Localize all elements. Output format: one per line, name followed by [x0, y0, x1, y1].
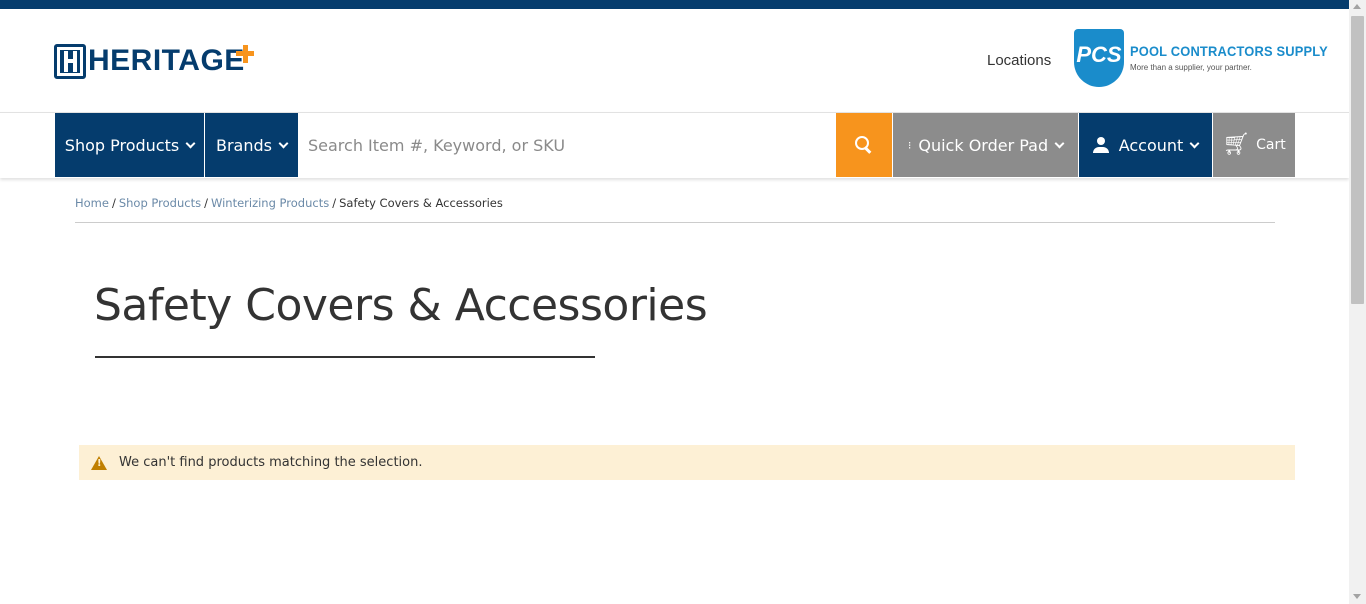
cart-button[interactable]: 🛒︎ Cart	[1213, 113, 1295, 177]
heritage-logo-text: HERITAGE	[88, 44, 245, 77]
top-accent-strip	[0, 0, 1349, 9]
user-icon	[1092, 137, 1109, 153]
account-menu[interactable]: Account	[1079, 113, 1212, 177]
page-scrollbar[interactable]	[1349, 0, 1366, 604]
chevron-down-icon	[1189, 138, 1200, 148]
scroll-up-arrow-icon[interactable]	[1353, 4, 1361, 9]
brands-label: Brands	[216, 135, 272, 155]
breadcrumb-winterizing-products[interactable]: Winterizing Products	[211, 196, 329, 210]
chevron-down-icon	[185, 138, 196, 148]
quick-order-pad-menu[interactable]: ⁝ Quick Order Pad	[893, 113, 1078, 177]
warning-icon	[91, 455, 107, 470]
empty-results-notice: We can't find products matching the sele…	[79, 445, 1295, 480]
search-icon	[855, 136, 873, 154]
breadcrumb: Home / Shop Products / Winterizing Products /…	[75, 195, 503, 211]
cart-icon: 🛒︎	[1222, 132, 1251, 157]
shop-products-menu[interactable]: Shop Products	[55, 113, 204, 177]
locations-link[interactable]: Locations	[987, 51, 1051, 71]
heritage-logo-mark	[54, 43, 86, 79]
breadcrumb-separator: /	[204, 196, 208, 210]
quick-order-icon: ⁝	[907, 138, 912, 152]
search-input[interactable]	[298, 113, 836, 177]
scroll-down-arrow-icon[interactable]	[1353, 594, 1361, 599]
chevron-down-icon	[1054, 138, 1065, 148]
title-underline	[95, 356, 595, 358]
breadcrumb-separator: /	[332, 196, 337, 210]
breadcrumb-home[interactable]: Home	[75, 196, 109, 210]
quick-order-label: Quick Order Pad	[918, 135, 1049, 155]
heritage-logo[interactable]: HERITAGE	[54, 43, 254, 79]
brands-menu[interactable]: Brands	[205, 113, 298, 177]
notice-text: We can't find products matching the sele…	[119, 455, 423, 470]
breadcrumb-current: Safety Covers & Accessories	[339, 196, 503, 210]
breadcrumb-shop-products[interactable]: Shop Products	[119, 196, 201, 210]
cart-label: Cart	[1256, 137, 1286, 153]
page-title: Safety Covers & Accessories	[94, 280, 708, 331]
plus-icon	[236, 45, 254, 63]
breadcrumb-divider	[75, 222, 1275, 223]
chevron-down-icon	[278, 138, 289, 148]
account-label: Account	[1118, 135, 1184, 155]
pcs-tagline: More than a supplier, your partner.	[1130, 63, 1252, 72]
scrollbar-thumb[interactable]	[1351, 16, 1364, 304]
pcs-badge: PCS	[1074, 29, 1124, 87]
breadcrumb-separator: /	[111, 196, 116, 210]
pcs-partner-logo[interactable]: PCS POOL CONTRACTORS SUPPLY More than a …	[1074, 29, 1328, 89]
pcs-name: POOL CONTRACTORS SUPPLY	[1130, 43, 1328, 59]
search-button[interactable]	[836, 113, 892, 177]
shop-products-label: Shop Products	[64, 135, 180, 155]
